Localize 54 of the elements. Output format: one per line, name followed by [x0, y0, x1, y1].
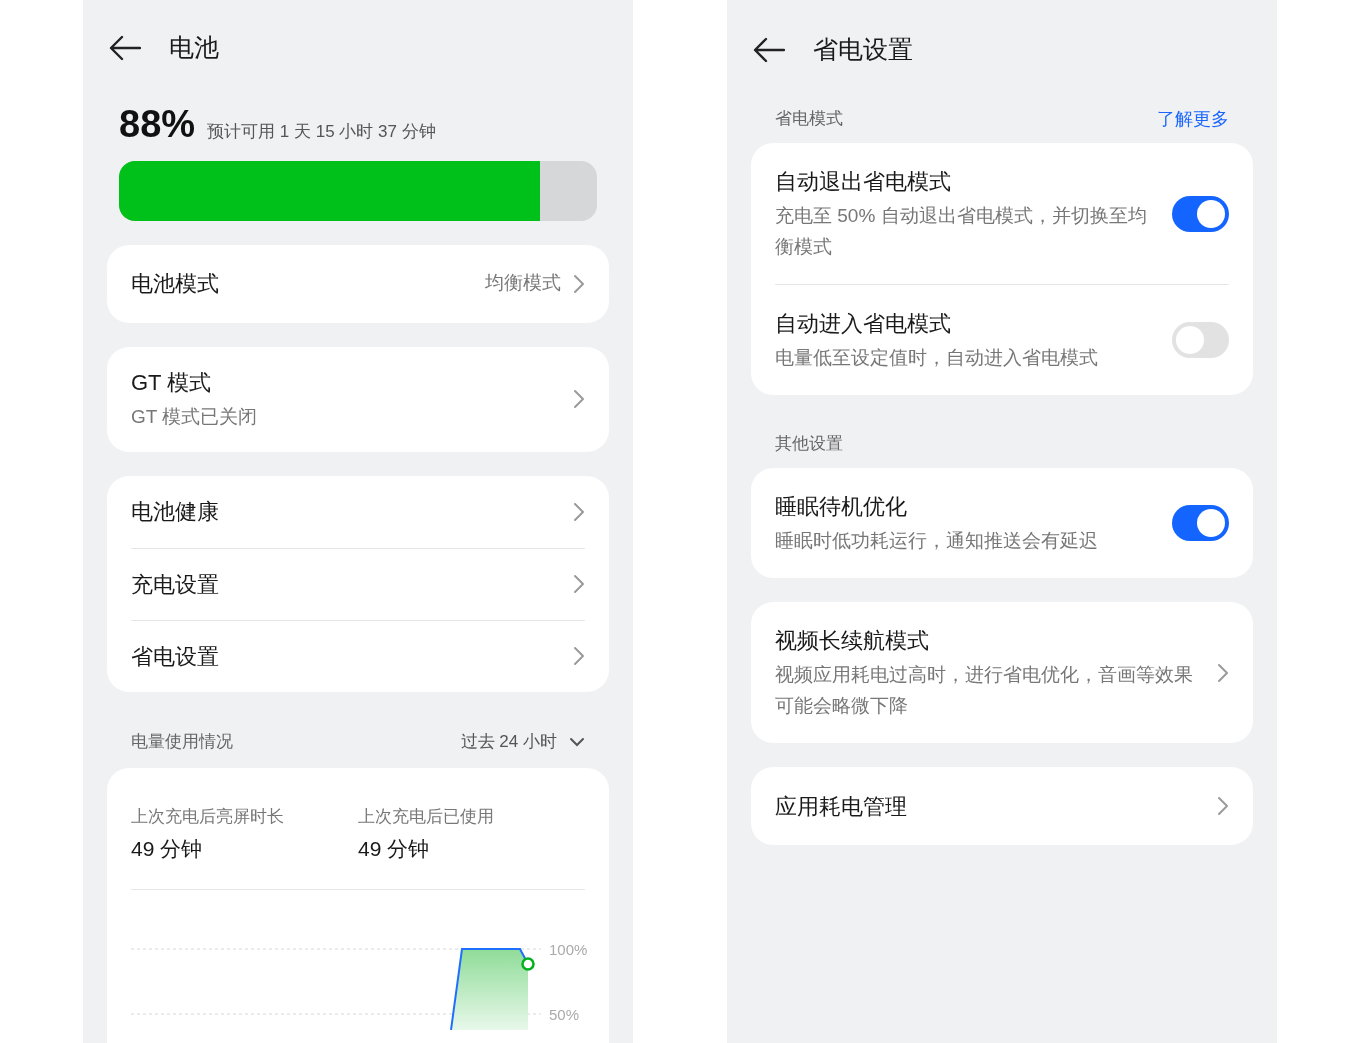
toggle-switch[interactable] [1172, 195, 1229, 232]
chevron-right-icon [573, 501, 585, 522]
setting-row[interactable]: 视频长续航模式 视频应用耗电过高时，进行省电优化，音画等效果可能会略微下降 [775, 602, 1229, 743]
chevron-right-icon [573, 273, 585, 294]
stat-value: 49 分钟 [131, 836, 204, 862]
setting-title: 睡眠待机优化 [775, 493, 908, 521]
back-icon[interactable] [109, 35, 141, 61]
menu-item[interactable]: 充电设置 [131, 547, 585, 620]
chevron-right-icon [1217, 796, 1229, 816]
item-label: GT 模式 [131, 369, 213, 398]
setting-title: 自动退出省电模式 [775, 168, 952, 196]
setting-description: 视频应用耗电过高时，进行省电优化，音画等效果可能会略微下降 [775, 663, 1193, 718]
setting-title: 自动进入省电模式 [775, 310, 952, 338]
battery-estimate: 预计可用 1 天 15 小时 37 分钟 [207, 121, 436, 143]
toggle-switch[interactable] [1172, 505, 1229, 541]
item-label: 省电设置 [131, 642, 219, 671]
setting-title: 视频长续航模式 [775, 627, 930, 655]
section-title: 电量使用情况 [131, 730, 233, 753]
chevron-right-icon [573, 389, 585, 409]
item-subtitle: GT 模式已关闭 [131, 405, 258, 430]
setting-row[interactable]: 应用耗电管理 [775, 767, 1229, 845]
menu-item[interactable]: 电池模式 均衡模式 [131, 244, 585, 323]
setting-title: 应用耗电管理 [775, 792, 908, 821]
stat-label: 上次充电后已使用 [358, 805, 495, 828]
learn-more-link[interactable]: 了解更多 [1157, 105, 1229, 133]
item-label: 电池模式 [131, 270, 219, 298]
item-value: 均衡模式 [485, 271, 561, 296]
chevron-right-icon [1217, 662, 1229, 683]
item-label: 充电设置 [131, 570, 219, 599]
stat-value: 49 分钟 [358, 836, 431, 862]
axis-tick-label: 50% [549, 1004, 580, 1025]
toggle-switch[interactable] [1172, 322, 1229, 358]
setting-description: 睡眠时低功耗运行，通知推送会有延迟 [775, 529, 1099, 553]
chevron-right-icon [573, 574, 585, 594]
setting-description: 充电至 50% 自动退出省电模式，并切换至均衡模式 [775, 204, 1148, 259]
setting-row[interactable]: 自动退出省电模式 充电至 50% 自动退出省电模式，并切换至均衡模式 [775, 143, 1229, 284]
menu-item[interactable]: 省电设置 [131, 619, 585, 692]
chevron-right-icon [573, 646, 585, 666]
stat-label: 上次充电后亮屏时长 [131, 805, 285, 828]
back-icon[interactable] [753, 37, 785, 63]
section-title: 其他设置 [775, 433, 843, 456]
item-label: 电池健康 [131, 498, 219, 526]
setting-row[interactable]: 自动进入省电模式 电量低至设定值时，自动进入省电模式 [775, 284, 1229, 395]
battery-percent: 88% [119, 105, 196, 143]
setting-description: 电量低至设定值时，自动进入省电模式 [775, 346, 1099, 370]
section-title: 省电模式 [775, 108, 843, 131]
page-title: 省电设置 [813, 34, 913, 66]
page-title: 电池 [169, 32, 219, 64]
menu-item[interactable]: 电池健康 [131, 475, 585, 548]
chevron-down-icon [569, 736, 585, 747]
setting-row[interactable]: 睡眠待机优化 睡眠时低功耗运行，通知推送会有延迟 [775, 468, 1229, 578]
menu-item[interactable]: GT 模式 GT 模式已关闭 [131, 346, 585, 452]
time-range-dropdown[interactable]: 过去 24 小时 [460, 728, 585, 755]
axis-tick-label: 100% [549, 939, 588, 960]
